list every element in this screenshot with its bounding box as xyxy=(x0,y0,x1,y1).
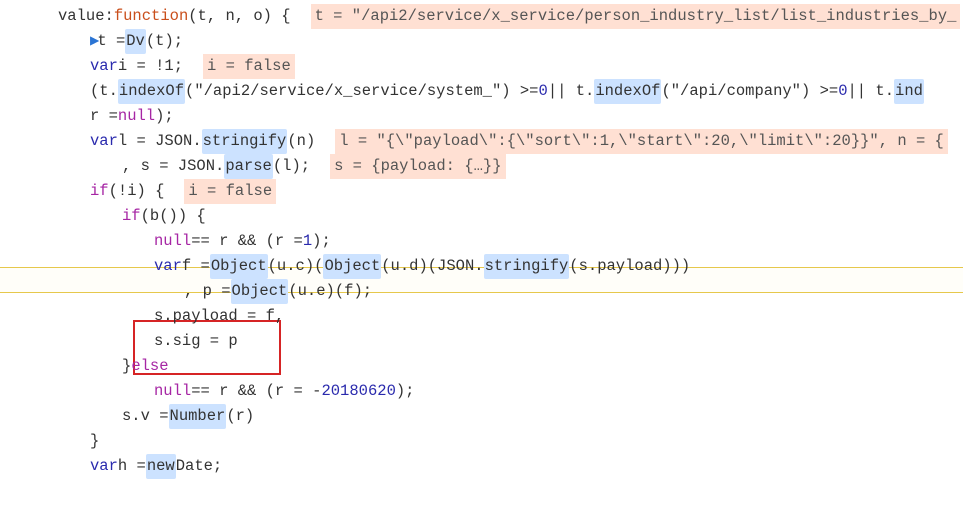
param-list: (t, n, o) { xyxy=(188,4,290,29)
code-text: (t); xyxy=(146,29,183,54)
code-text: ); xyxy=(155,104,174,129)
code-text: (r) xyxy=(226,404,254,429)
code-line: null == r && (r = - 20180620 ); xyxy=(26,379,963,404)
code-line: var h = new Date; xyxy=(26,454,963,479)
code-text: h = xyxy=(118,454,146,479)
inline-eval: t = "/api2/service/x_service/person_indu… xyxy=(311,4,961,29)
number-literal: 0 xyxy=(539,79,548,104)
code-text: , s = JSON. xyxy=(122,154,224,179)
code-text: ); xyxy=(312,229,331,254)
inline-eval: l = "{\"payload\":{\"sort\":1,\"start\":… xyxy=(335,129,948,154)
number-literal: 0 xyxy=(838,79,847,104)
method-hl: indexOf xyxy=(594,79,661,104)
inline-eval: i = false xyxy=(184,179,276,204)
code-text: (u.c)( xyxy=(268,254,324,279)
code-text: || t. xyxy=(848,79,895,104)
brace: } xyxy=(90,429,99,454)
code-line: var f = Object (u.c)( Object (u.d)(JSON.… xyxy=(26,254,963,279)
code-text: (t. xyxy=(90,79,118,104)
code-line: if (b()) { xyxy=(26,204,963,229)
code-line: (t. indexOf ("/api2/service/x_service/sy… xyxy=(26,79,963,104)
code-text: ("/api/company") >= xyxy=(661,79,838,104)
keyword-null: null xyxy=(118,104,155,129)
code-text: s.sig = p xyxy=(154,329,238,354)
code-line: r = null ); xyxy=(26,104,963,129)
code-line: s.v = Number (r) xyxy=(26,404,963,429)
code-line: s.payload = f, xyxy=(26,304,963,329)
code-line: } else xyxy=(26,354,963,379)
code-text: s.v = xyxy=(122,404,169,429)
keyword-var: var xyxy=(154,254,182,279)
inline-eval: s = {payload: {…}} xyxy=(330,154,505,179)
code-text: (!i) { xyxy=(109,179,165,204)
code-line: var i = !1; i = false xyxy=(26,54,963,79)
method-hl: ind xyxy=(894,79,924,104)
code-line: var l = JSON. stringify (n) l = "{\"payl… xyxy=(26,129,963,154)
code-text: (s.payload))) xyxy=(569,254,690,279)
method-hl: parse xyxy=(224,154,273,179)
code-text: ); xyxy=(396,379,415,404)
inline-eval: i = false xyxy=(203,54,295,79)
keyword-null: null xyxy=(154,379,191,404)
code-line: } xyxy=(26,429,963,454)
identifier-hl: Object xyxy=(323,254,381,279)
code-line: value: function (t, n, o) { t = "/api2/s… xyxy=(26,4,963,29)
code-text: (u.d)(JSON. xyxy=(381,254,483,279)
code-text: , p = xyxy=(184,279,231,304)
keyword-var: var xyxy=(90,54,118,79)
code-text: == r && (r = xyxy=(191,229,303,254)
method-hl: stringify xyxy=(484,254,570,279)
keyword-var: var xyxy=(90,129,118,154)
code-line: null == r && (r = 1 ); xyxy=(26,229,963,254)
number-literal: 20180620 xyxy=(321,379,395,404)
identifier-hl: Object xyxy=(231,279,289,304)
keyword-new: new xyxy=(146,454,176,479)
code-text: (u.e)(f); xyxy=(288,279,372,304)
keyword-if: if xyxy=(122,204,141,229)
code-text: ("/api2/service/x_service/system_") >= xyxy=(185,79,538,104)
code-text: i = !1; xyxy=(118,54,183,79)
code-text: r = xyxy=(90,104,118,129)
code-line: ▶ t = Dv (t); xyxy=(26,29,963,54)
code-line: if (!i) { i = false xyxy=(26,179,963,204)
code-line: , s = JSON. parse (l); s = {payload: {…}… xyxy=(26,154,963,179)
property-key: value xyxy=(58,4,105,29)
keyword-if: if xyxy=(90,179,109,204)
code-text: (b()) { xyxy=(141,204,206,229)
identifier-hl: Number xyxy=(169,404,227,429)
identifier-hl: Object xyxy=(210,254,268,279)
code-text: l = JSON. xyxy=(118,129,202,154)
code-line: s.sig = p xyxy=(26,329,963,354)
brace: } xyxy=(122,354,131,379)
code-text: f = xyxy=(182,254,210,279)
number-literal: 1 xyxy=(303,229,312,254)
code-text: t = xyxy=(97,29,125,54)
keyword-null: null xyxy=(154,229,191,254)
identifier-hl: Dv xyxy=(125,29,146,54)
code-line: , p = Object (u.e)(f); xyxy=(26,279,963,304)
method-hl: indexOf xyxy=(118,79,185,104)
method-hl: stringify xyxy=(202,129,288,154)
code-text: == r && (r = - xyxy=(191,379,321,404)
keyword-else: else xyxy=(131,354,168,379)
keyword-var: var xyxy=(90,454,118,479)
code-text: || t. xyxy=(548,79,595,104)
keyword-function: function xyxy=(114,4,188,29)
code-text: (n) xyxy=(287,129,315,154)
code-text: Date; xyxy=(176,454,223,479)
code-text: (l); xyxy=(273,154,310,179)
code-text: s.payload = f, xyxy=(154,304,284,329)
code-area: value: function (t, n, o) { t = "/api2/s… xyxy=(0,0,963,479)
